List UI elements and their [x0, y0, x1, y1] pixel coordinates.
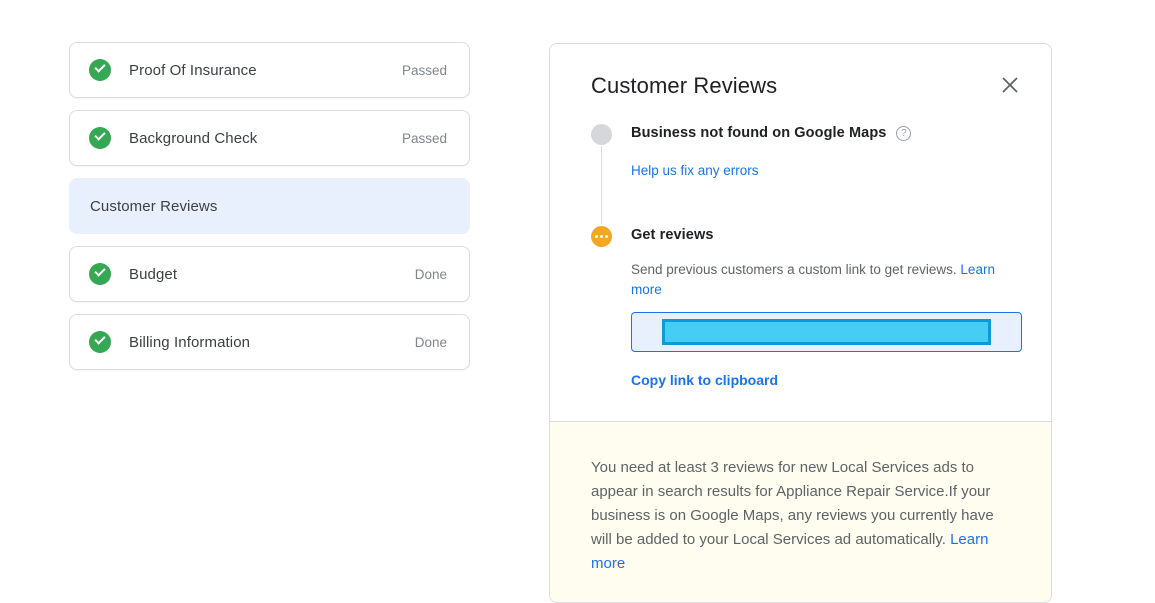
checklist-item-proof-of-insurance[interactable]: Proof Of Insurance Passed — [69, 42, 470, 98]
description-text: Send previous customers a custom link to… — [631, 262, 957, 277]
get-reviews-description: Send previous customers a custom link to… — [631, 260, 1019, 300]
green-check-icon — [89, 59, 111, 81]
step-title-row: Get reviews — [631, 224, 1019, 246]
notice-body: You need at least 3 reviews for new Loca… — [591, 459, 994, 548]
reviews-requirement-notice: You need at least 3 reviews for new Loca… — [550, 421, 1051, 602]
checklist-item-label: Billing Information — [129, 333, 251, 351]
checklist-item-label: Proof Of Insurance — [129, 61, 257, 79]
checklist-item-background-check[interactable]: Background Check Passed — [69, 110, 470, 166]
orange-ellipsis-icon — [591, 226, 612, 247]
grey-circle-icon — [591, 124, 612, 145]
customer-reviews-panel: Customer Reviews Business not found on G… — [549, 43, 1052, 603]
panel-body: Business not found on Google Maps ? Help… — [550, 100, 1051, 398]
step-title: Get reviews — [631, 227, 714, 243]
step-title: Business not found on Google Maps — [631, 125, 887, 141]
status-badge: Done — [414, 266, 447, 282]
step-get-reviews: Get reviews Send previous customers a cu… — [591, 224, 1022, 398]
help-us-fix-errors-link[interactable]: Help us fix any errors — [631, 163, 759, 178]
verification-checklist: Proof Of Insurance Passed Background Che… — [69, 42, 470, 382]
redacted-link-value — [662, 319, 991, 345]
step-title-row: Business not found on Google Maps ? — [631, 122, 1019, 144]
close-icon[interactable] — [996, 71, 1024, 99]
green-check-icon — [89, 263, 111, 285]
checklist-item-customer-reviews[interactable]: Customer Reviews — [69, 178, 470, 234]
step-connector-line — [601, 146, 602, 224]
checklist-item-budget[interactable]: Budget Done — [69, 246, 470, 302]
page-title: Customer Reviews — [591, 73, 778, 98]
green-check-icon — [89, 127, 111, 149]
notice-text: You need at least 3 reviews for new Loca… — [591, 456, 1007, 576]
copy-link-to-clipboard-button[interactable]: Copy link to clipboard — [631, 372, 778, 388]
green-check-icon — [89, 331, 111, 353]
status-badge: Passed — [401, 62, 447, 78]
status-badge: Passed — [401, 130, 447, 146]
step-business-not-found: Business not found on Google Maps ? Help… — [591, 122, 1019, 224]
checklist-item-label: Background Check — [129, 129, 258, 147]
help-circle-icon[interactable]: ? — [896, 125, 912, 141]
review-link-input[interactable] — [631, 312, 1022, 352]
checklist-item-label: Customer Reviews — [90, 197, 218, 215]
status-badge: Done — [414, 334, 447, 350]
panel-header: Customer Reviews — [550, 44, 1051, 100]
checklist-item-label: Budget — [129, 265, 178, 283]
checklist-item-billing-information[interactable]: Billing Information Done — [69, 314, 470, 370]
